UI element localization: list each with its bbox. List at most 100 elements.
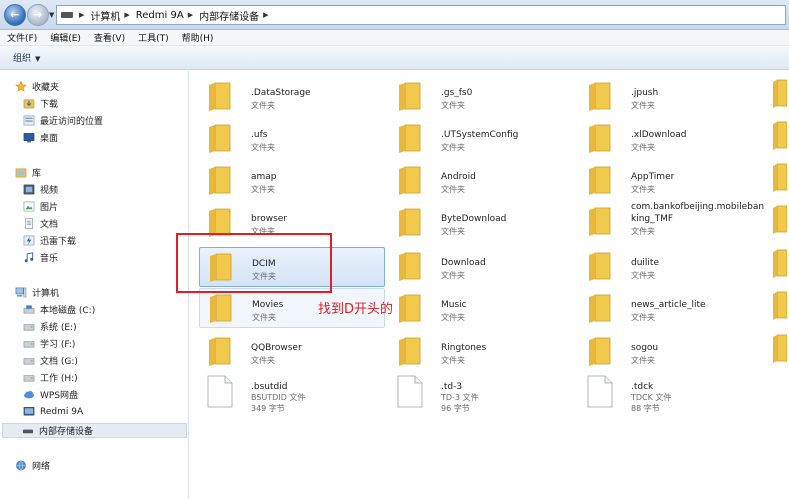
chevron-right-icon[interactable]: ▶: [79, 11, 84, 19]
star-icon: [15, 81, 27, 92]
folder-icon: [589, 82, 611, 111]
nav-favorites[interactable]: 收藏夹: [15, 79, 59, 94]
item-type: TD-3 文件: [441, 393, 479, 402]
folder-item[interactable]: .jpush 文件夹: [579, 77, 765, 117]
folder-item[interactable]: Android 文件夹: [389, 161, 575, 201]
folder-icon: [773, 79, 787, 108]
folder-item[interactable]: sogou 文件夹: [579, 332, 765, 372]
folder-item[interactable]: .UTSystemConfig 文件夹: [389, 119, 575, 159]
forward-button[interactable]: →: [27, 4, 49, 26]
address-box[interactable]: ▶ 计算机 ▶ Redmi 9A ▶ 内部存储设备 ▶: [56, 5, 786, 25]
file-item[interactable]: .bsutdid BSUTDID 文件 349 字节: [199, 374, 385, 414]
folder-item[interactable]: ByteDownload 文件夹: [389, 203, 575, 243]
file-icon: [587, 375, 613, 408]
nav-libraries[interactable]: 库: [15, 165, 41, 180]
nav-label: 视频: [40, 186, 59, 196]
menu-edit[interactable]: 编辑(E): [50, 31, 81, 44]
item-type: 文件夹: [441, 185, 465, 194]
nav-internal-storage[interactable]: 内部存储设备: [2, 423, 187, 438]
folder-item[interactable]: .DataStorage 文件夹: [199, 77, 385, 117]
nav-recent-places[interactable]: 最近访问的位置: [23, 113, 103, 128]
item-type: 文件夹: [631, 271, 655, 280]
folder-item[interactable]: .xlDownload 文件夹: [579, 119, 765, 159]
item-type: 文件夹: [631, 227, 655, 236]
nav-label: 下载: [40, 100, 59, 110]
nav-label: 文档 (G:): [40, 357, 78, 367]
desktop-icon: [23, 133, 35, 143]
breadcrumb-internal-storage[interactable]: 内部存储设备: [199, 8, 259, 23]
folder-item[interactable]: news_article_lite 文件夹: [579, 289, 765, 329]
network-globe-icon: [16, 460, 26, 471]
folder-item[interactable]: Download 文件夹: [389, 247, 575, 287]
nav-downloads[interactable]: 下载: [23, 96, 58, 111]
folder-item[interactable]: amap 文件夹: [199, 161, 385, 201]
folder-icon: [209, 337, 231, 366]
file-item[interactable]: .td-3 TD-3 文件 96 字节: [389, 374, 575, 414]
folder-icon: [399, 337, 421, 366]
nav-label: 工作 (H:): [40, 374, 78, 384]
organize-button[interactable]: 组织 ▼: [13, 51, 40, 64]
menu-file[interactable]: 文件(F): [7, 31, 37, 44]
folder-icon: [210, 294, 232, 323]
nav-label: 系统 (E:): [40, 323, 77, 333]
folder-item[interactable]: Music 文件夹: [389, 289, 575, 329]
file-item[interactable]: .tdck TDCK 文件 88 字节: [579, 374, 765, 414]
folder-icon: [589, 337, 611, 366]
folder-item[interactable]: Ringtones 文件夹: [389, 332, 575, 372]
item-name: news_article_lite: [631, 300, 706, 310]
chevron-right-icon[interactable]: ▶: [124, 11, 129, 19]
nav-label: 音乐: [40, 254, 59, 264]
folder-icon: [589, 294, 611, 323]
item-name: .xlDownload: [631, 130, 687, 140]
item-name: Ringtones: [441, 343, 487, 353]
item-type: TDCK 文件: [631, 393, 672, 402]
nav-disk-f[interactable]: 学习 (F:): [23, 336, 75, 351]
chevron-down-icon: ▼: [35, 55, 41, 63]
cloud-icon: [23, 391, 35, 399]
folder-item[interactable]: .ufs 文件夹: [199, 119, 385, 159]
folder-item[interactable]: QQBrowser 文件夹: [199, 332, 385, 372]
folder-icon: [589, 124, 611, 153]
item-name: duilite: [631, 258, 659, 268]
folder-item[interactable]: .gs_fs0 文件夹: [389, 77, 575, 117]
back-button[interactable]: ←: [4, 4, 26, 26]
nav-videos[interactable]: 视频: [23, 182, 58, 197]
nav-label: 收藏夹: [32, 83, 60, 93]
menu-view[interactable]: 查看(V): [94, 31, 125, 44]
recent-places-icon: [23, 115, 35, 126]
nav-wps-cloud[interactable]: WPS网盘: [23, 387, 78, 402]
annotation-highlight-box: [176, 233, 332, 293]
recent-pages-dropdown-icon[interactable]: ▼: [49, 11, 54, 19]
video-icon: [23, 184, 35, 195]
breadcrumb-redmi[interactable]: Redmi 9A: [136, 10, 184, 21]
nav-disk-c[interactable]: 本地磁盘 (C:): [23, 302, 95, 317]
nav-documents[interactable]: 文档: [23, 216, 58, 231]
item-type: 文件夹: [631, 101, 655, 110]
item-type: 文件夹: [251, 143, 275, 152]
file-icon: [397, 375, 423, 408]
nav-computer[interactable]: 计算机: [15, 285, 59, 300]
nav-label: 网络: [32, 462, 51, 472]
nav-disk-h[interactable]: 工作 (H:): [23, 370, 78, 385]
nav-disk-e[interactable]: 系统 (E:): [23, 319, 77, 334]
nav-pictures[interactable]: 图片: [23, 199, 58, 214]
nav-network[interactable]: 网络: [15, 458, 50, 473]
folder-icon: [399, 124, 421, 153]
nav-disk-g[interactable]: 文档 (G:): [23, 353, 78, 368]
documents-icon: [25, 218, 33, 229]
folder-item[interactable]: com.bankofbeijing.mobilebanking_TMF 文件夹: [579, 197, 765, 243]
breadcrumb-computer[interactable]: 计算机: [90, 8, 120, 23]
chevron-right-icon[interactable]: ▶: [263, 11, 268, 19]
menu-tools[interactable]: 工具(T): [138, 31, 169, 44]
annotation-text: 找到D开头的: [318, 302, 394, 317]
nav-music[interactable]: 音乐: [23, 250, 58, 265]
nav-desktop[interactable]: 桌面: [23, 130, 58, 145]
nav-redmi-9a[interactable]: Redmi 9A: [23, 404, 83, 419]
chevron-right-icon[interactable]: ▶: [188, 11, 193, 19]
folder-item[interactable]: AppTimer 文件夹: [579, 161, 765, 201]
item-name: AppTimer: [631, 172, 675, 182]
nav-label: 库: [32, 169, 42, 179]
menu-help[interactable]: 帮助(H): [182, 31, 214, 44]
folder-item[interactable]: duilite 文件夹: [579, 247, 765, 287]
nav-thunder-downloads[interactable]: 迅雷下载: [23, 233, 76, 248]
